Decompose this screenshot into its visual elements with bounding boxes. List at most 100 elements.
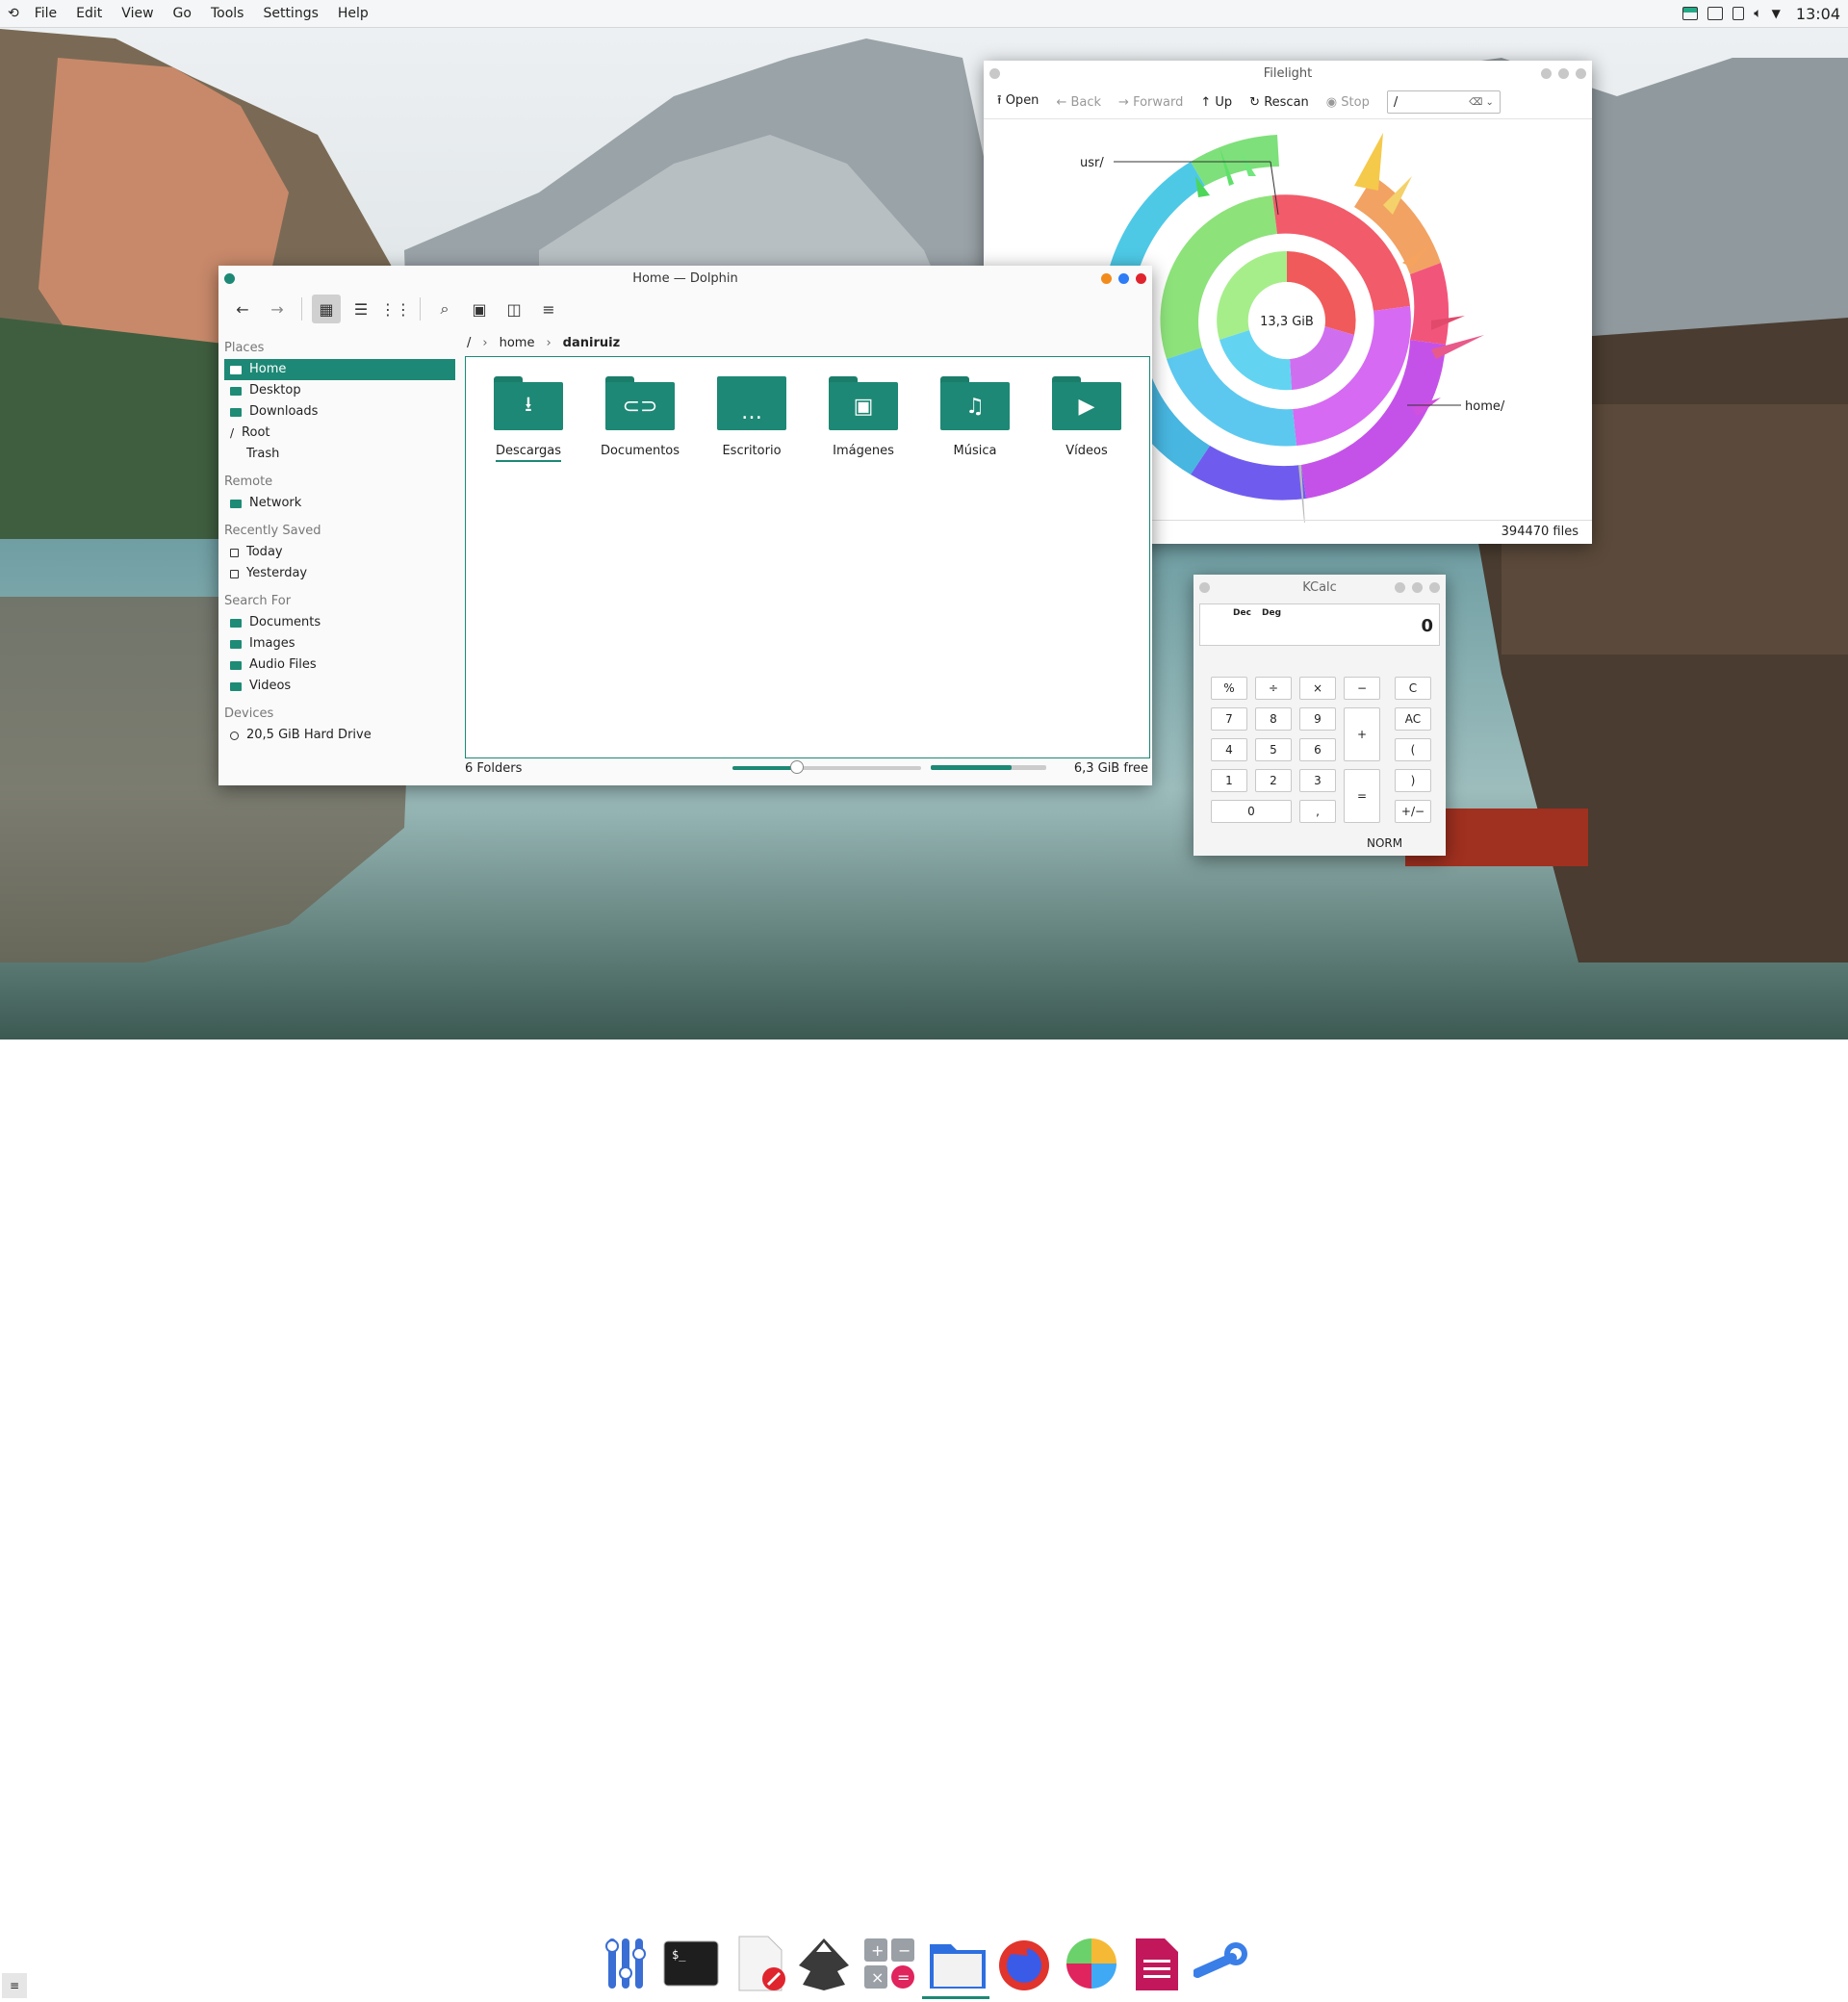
places-item-today[interactable]: Today xyxy=(224,542,455,563)
open-button[interactable]: ⭱ Open xyxy=(997,91,1039,113)
clipboard-icon[interactable] xyxy=(1732,7,1745,20)
places-item-root[interactable]: / Root xyxy=(224,423,455,444)
folder-item[interactable]: … Escritorio xyxy=(705,376,799,462)
back-arrow-icon[interactable]: ← xyxy=(228,295,257,323)
minimize-button[interactable] xyxy=(1395,582,1405,593)
breadcrumb-root[interactable]: / xyxy=(467,336,471,350)
places-item-harddrive[interactable]: 20,5 GiB Hard Drive xyxy=(224,725,455,746)
places-item-downloads[interactable]: Downloads xyxy=(224,401,455,423)
filelight-app-icon[interactable] xyxy=(1065,1937,1118,1990)
decimal-button[interactable]: , xyxy=(1299,800,1336,823)
divide-button[interactable]: ÷ xyxy=(1255,677,1292,700)
folder-item[interactable]: ⭳ Descargas xyxy=(481,376,576,462)
clear-button[interactable]: C xyxy=(1395,677,1431,700)
menu-settings[interactable]: Settings xyxy=(253,6,327,21)
terminal-app-icon[interactable]: $_ xyxy=(662,1939,720,1988)
places-item-images[interactable]: Images xyxy=(224,633,455,654)
places-item-documents[interactable]: Documents xyxy=(224,612,455,633)
filelight-titlebar[interactable]: Filelight xyxy=(984,61,1592,86)
key-5[interactable]: 5 xyxy=(1255,738,1292,761)
firefox-app-icon[interactable] xyxy=(995,1935,1053,1992)
maximize-button[interactable] xyxy=(1118,273,1129,284)
add-button[interactable]: + xyxy=(1344,707,1380,761)
minimize-button[interactable] xyxy=(1541,68,1552,79)
ring-segment[interactable] xyxy=(1191,135,1279,186)
system-monitor-icon[interactable] xyxy=(1682,7,1699,20)
key-6[interactable]: 6 xyxy=(1299,738,1336,761)
hamburger-menu-icon[interactable]: ≡ xyxy=(534,295,563,323)
app-launcher-icon[interactable]: ⟲ xyxy=(8,6,19,21)
places-item-audio[interactable]: Audio Files xyxy=(224,654,455,676)
places-item-yesterday[interactable]: Yesterday xyxy=(224,563,455,584)
details-view-icon[interactable]: ☰ xyxy=(346,295,375,323)
forward-arrow-icon[interactable]: → xyxy=(263,295,292,323)
percent-button[interactable]: % xyxy=(1211,677,1247,700)
sign-button[interactable]: +/− xyxy=(1395,800,1431,823)
places-item-home[interactable]: Home xyxy=(224,359,455,380)
text-editor-app-icon[interactable] xyxy=(733,1935,787,1992)
key-8[interactable]: 8 xyxy=(1255,707,1292,731)
close-button[interactable] xyxy=(1136,273,1146,284)
multiply-button[interactable]: × xyxy=(1299,677,1336,700)
key-7[interactable]: 7 xyxy=(1211,707,1247,731)
dolphin-titlebar[interactable]: Home — Dolphin xyxy=(218,266,1152,291)
up-button[interactable]: ↑ Up xyxy=(1200,95,1232,110)
kcalc-titlebar[interactable]: KCalc xyxy=(1194,575,1446,600)
menu-go[interactable]: Go xyxy=(164,6,201,21)
menu-edit[interactable]: Edit xyxy=(66,6,112,21)
subtract-button[interactable]: − xyxy=(1344,677,1380,700)
close-paren-button[interactable]: ) xyxy=(1395,769,1431,792)
ring-segment[interactable] xyxy=(1191,446,1306,500)
rescan-button[interactable]: ↻ Rescan xyxy=(1249,95,1309,110)
menu-view[interactable]: View xyxy=(112,6,163,21)
icons-view-icon[interactable]: ▦ xyxy=(312,295,341,323)
folder-item[interactable]: ♫ Música xyxy=(928,376,1022,462)
split-view-icon[interactable]: ◫ xyxy=(500,295,528,323)
open-paren-button[interactable]: ( xyxy=(1395,738,1431,761)
places-item-trash[interactable]: Trash xyxy=(224,444,455,465)
zoom-slider-handle[interactable] xyxy=(789,760,804,774)
close-button[interactable] xyxy=(1429,582,1440,593)
compact-view-icon[interactable]: ⋮⋮ xyxy=(380,295,411,323)
file-manager-app-icon[interactable] xyxy=(928,1937,988,1990)
volume-icon[interactable]: 🔈︎ xyxy=(1754,6,1761,21)
key-3[interactable]: 3 xyxy=(1299,769,1336,792)
steam-app-icon[interactable] xyxy=(1194,1940,1251,1987)
breadcrumb-current[interactable]: daniruiz xyxy=(563,336,620,350)
menu-help[interactable]: Help xyxy=(328,6,378,21)
key-2[interactable]: 2 xyxy=(1255,769,1292,792)
places-item-videos[interactable]: Videos xyxy=(224,676,455,697)
inkscape-app-icon[interactable] xyxy=(795,1937,853,1992)
network-icon[interactable]: ▼ xyxy=(1772,7,1781,20)
close-button[interactable] xyxy=(1576,68,1586,79)
minimize-button[interactable] xyxy=(1101,273,1112,284)
key-0[interactable]: 0 xyxy=(1211,800,1292,823)
places-item-desktop[interactable]: Desktop xyxy=(224,380,455,401)
path-combobox[interactable]: / ⌫ ⌄ xyxy=(1386,90,1501,114)
document-viewer-app-icon[interactable] xyxy=(1132,1935,1182,1992)
key-4[interactable]: 4 xyxy=(1211,738,1247,761)
search-icon[interactable]: ⌕ xyxy=(430,295,459,323)
window-menu-button[interactable] xyxy=(1199,582,1210,593)
display-icon[interactable] xyxy=(1707,7,1724,20)
preview-icon[interactable]: ▣ xyxy=(465,295,494,323)
maximize-button[interactable] xyxy=(1412,582,1423,593)
clock[interactable]: 13:04 xyxy=(1796,5,1840,23)
zoom-slider[interactable] xyxy=(732,760,921,774)
show-desktop-icon[interactable]: ≡ xyxy=(2,1973,27,1998)
maximize-button[interactable] xyxy=(1558,68,1569,79)
window-menu-button[interactable] xyxy=(989,68,1000,79)
stop-button[interactable]: ◉ Stop xyxy=(1326,95,1370,110)
folder-item[interactable]: ▣ Imágenes xyxy=(816,376,911,462)
back-button[interactable]: ← Back xyxy=(1056,95,1101,110)
clear-and-dropdown-icon[interactable]: ⌫ ⌄ xyxy=(1469,97,1494,108)
all-clear-button[interactable]: AC xyxy=(1395,707,1431,731)
ring-segment[interactable] xyxy=(1410,263,1450,345)
menu-tools[interactable]: Tools xyxy=(201,6,254,21)
folder-item[interactable]: ⊂⊃ Documentos xyxy=(593,376,687,462)
breadcrumb-home[interactable]: home xyxy=(500,336,535,350)
file-view[interactable]: ⭳ Descargas ⊂⊃ Documentos … Escritorio ▣… xyxy=(465,356,1150,758)
folder-item[interactable]: ▶ Vídeos xyxy=(1040,376,1134,462)
places-item-network[interactable]: Network xyxy=(224,493,455,514)
key-1[interactable]: 1 xyxy=(1211,769,1247,792)
